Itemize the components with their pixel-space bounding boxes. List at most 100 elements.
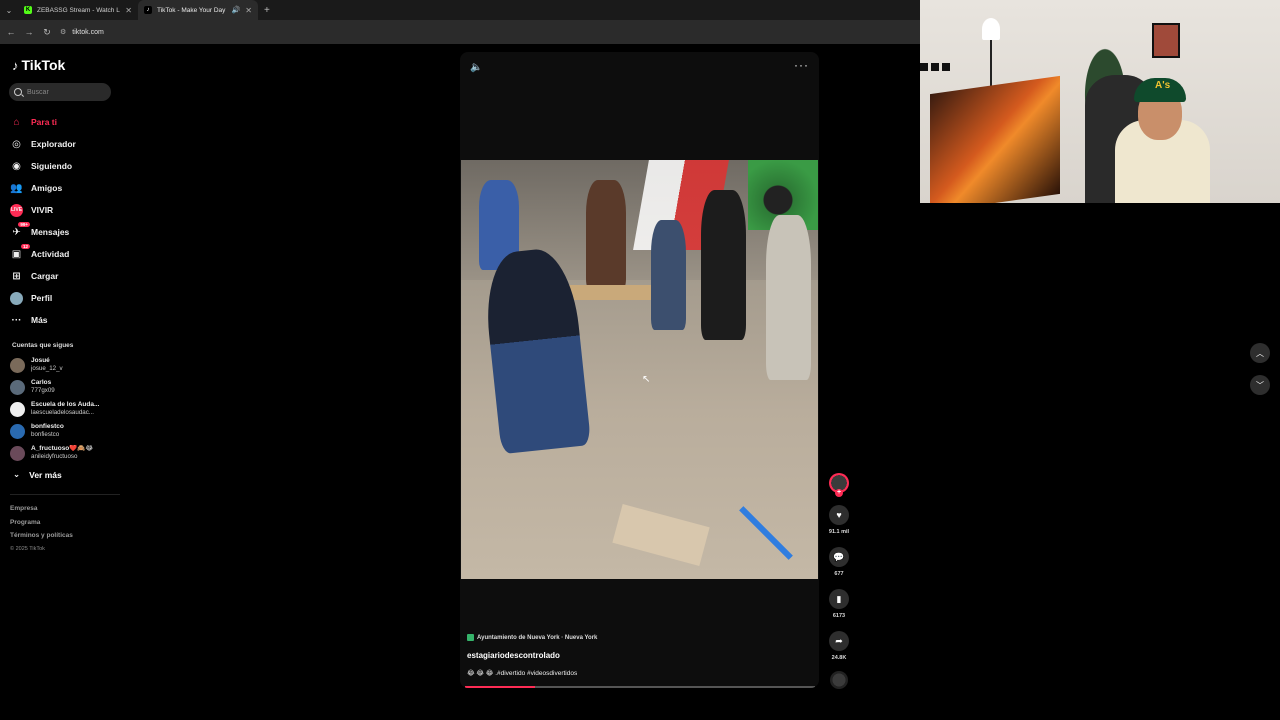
following-account[interactable]: Josué josue_12_v [10,354,120,376]
video-frame[interactable]: ↖ [461,160,818,579]
new-tab-button[interactable]: + [258,5,276,16]
cam-wall-picture [1152,23,1180,58]
footer-link-empresa[interactable]: Empresa [10,502,73,516]
forward-icon[interactable]: → [24,27,34,37]
location-tag[interactable]: Ayuntamiento de Nueva York · Nueva York [467,634,807,641]
nav-item-actividad[interactable]: ▣ 12 Actividad [10,243,120,265]
tiktok-note-icon: ♪ [12,57,19,73]
tab-title: ZEBASSG Stream - Watch Live o [37,6,120,14]
close-tab-icon[interactable]: ✕ [125,6,132,15]
search-box[interactable] [9,83,111,101]
heart-icon[interactable]: ♥ [829,505,849,525]
close-tab-icon[interactable]: ✕ [245,6,252,15]
action-bar: + ♥ 91.1 mil 💬 677 ▮ 6173 ➦ 24.8K [826,473,852,689]
nav-label: Explorador [31,139,76,149]
save-count: 6173 [832,613,846,619]
see-more-label: Ver más [29,469,62,480]
tiktok-logo[interactable]: ♪ TikTok [12,57,65,73]
nav-item-para-ti[interactable]: ⌂ Para ti [10,111,120,133]
volume-icon[interactable]: 🔈 [470,62,482,73]
account-handle: josue_12_v [31,365,63,372]
avatar [10,401,25,417]
account-name: Escuela de los Auda... [31,401,100,408]
nav-item-perfil[interactable]: Perfil [10,287,120,309]
nav-item-cargar[interactable]: ⊞ Cargar [10,265,120,287]
url-text: tiktok.com [72,28,104,36]
profile-icon [10,291,23,305]
audio-playing-icon[interactable]: 🔊 [232,6,241,14]
account-handle: 777gx09 [31,387,55,394]
following-account[interactable]: A_fructuoso❤️🙈😂 anileidyfructuoso [10,442,120,464]
comment-icon[interactable]: 💬 [829,547,849,567]
like-action: ♥ 91.1 mil [826,505,852,535]
nav-item-mas[interactable]: ··· Más [10,309,120,331]
main-nav: ⌂ Para ti ◎ Explorador ◉ Siguiendo 👥 Ami… [10,111,120,331]
next-video-button[interactable]: ﹀ [1250,375,1270,395]
bookmark-icon[interactable]: ▮ [829,589,849,609]
account-name: bonfiestco [31,423,64,430]
music-disc-icon[interactable] [830,671,848,689]
nav-item-explorador[interactable]: ◎ Explorador [10,133,120,155]
following-account[interactable]: Escuela de los Auda... laescueladelosauda… [10,398,120,420]
cam-fireplace-screen [930,75,1060,203]
compass-icon: ◎ [12,138,21,150]
nav-item-vivir[interactable]: LIVE VIVIR [10,199,120,221]
mouse-cursor-icon: ↖ [642,374,651,385]
webcam-overlay: A's [920,0,1280,203]
following-section-title: Cuentas que sigues [12,342,74,349]
see-more-button[interactable]: ⌄ Ver más [13,469,62,480]
chevron-down-icon: ⌄ [13,469,21,479]
nav-label: Siguiendo [31,161,73,171]
share-icon[interactable]: ➦ [829,631,849,651]
search-input[interactable] [27,88,107,96]
browser-tab-zebassg[interactable]: K ZEBASSG Stream - Watch Live o ✕ [18,0,138,20]
footer-link-terminos[interactable]: Términos y políticas [10,529,73,543]
cam-shelf [920,58,970,71]
footer-link-programa[interactable]: Programa [10,516,73,530]
creator-avatar[interactable]: + [829,473,849,497]
following-account[interactable]: bonfiestco bonfiestco [10,420,120,442]
footer-links: Empresa Programa Términos y políticas © … [10,502,73,556]
avatar [10,445,25,461]
video-person [651,220,686,330]
browser-tab-tiktok[interactable]: ♪ TikTok - Make Your Day 🔊 ✕ [138,0,258,20]
account-handle: bonfiestco [31,431,60,438]
nav-label: VIVIR [31,205,54,215]
address-bar[interactable]: ⚙ tiktok.com [60,28,104,37]
nav-label: Mensajes [31,227,70,237]
account-name: A_fructuoso❤️🙈😂 [31,445,94,452]
messages-badge: 99+ [18,221,30,227]
follow-plus-icon[interactable]: + [835,489,843,497]
video-person [766,215,811,380]
kick-logo-icon: K [24,6,32,14]
location-text: Ayuntamiento de Nueva York · Nueva York [477,634,598,641]
tab-search-icon[interactable]: ⌄ [0,0,18,20]
nav-label: Perfil [31,293,53,303]
back-icon[interactable]: ← [6,27,16,37]
video-player[interactable]: 🔈 ··· ↖ Ayuntamiento de Nueva York · Nue… [460,52,819,688]
browser-toolbar: ← → ↻ ⚙ tiktok.com [0,20,920,44]
sidebar-divider [10,494,120,495]
video-person [701,190,746,340]
share-action: ➦ 24.8K [826,631,852,661]
friends-icon: 👥 [10,182,23,194]
home-icon: ⌂ [13,116,20,128]
following-account[interactable]: Carlos 777gx09 [10,376,120,398]
like-count: 91.1 mil [828,529,850,535]
avatar [10,357,25,373]
logo-text: TikTok [21,57,66,73]
video-author[interactable]: estagiariodescontrolado [467,651,807,660]
more-icon: ··· [11,314,22,326]
nav-label: Actividad [31,249,70,259]
location-icon [467,634,474,641]
site-info-icon[interactable]: ⚙ [60,28,66,36]
previous-video-button[interactable]: ︿ [1250,343,1270,363]
nav-item-amigos[interactable]: 👥 Amigos [10,177,120,199]
reload-icon[interactable]: ↻ [42,27,52,38]
nav-item-mensajes[interactable]: ✈ 99+ Mensajes [10,221,120,243]
progress-fill [465,686,535,688]
video-progress-bar[interactable] [465,686,815,688]
nav-item-siguiendo[interactable]: ◉ Siguiendo [10,155,120,177]
more-options-icon[interactable]: ··· [794,58,809,72]
activity-icon: ▣ 12 [11,243,30,260]
